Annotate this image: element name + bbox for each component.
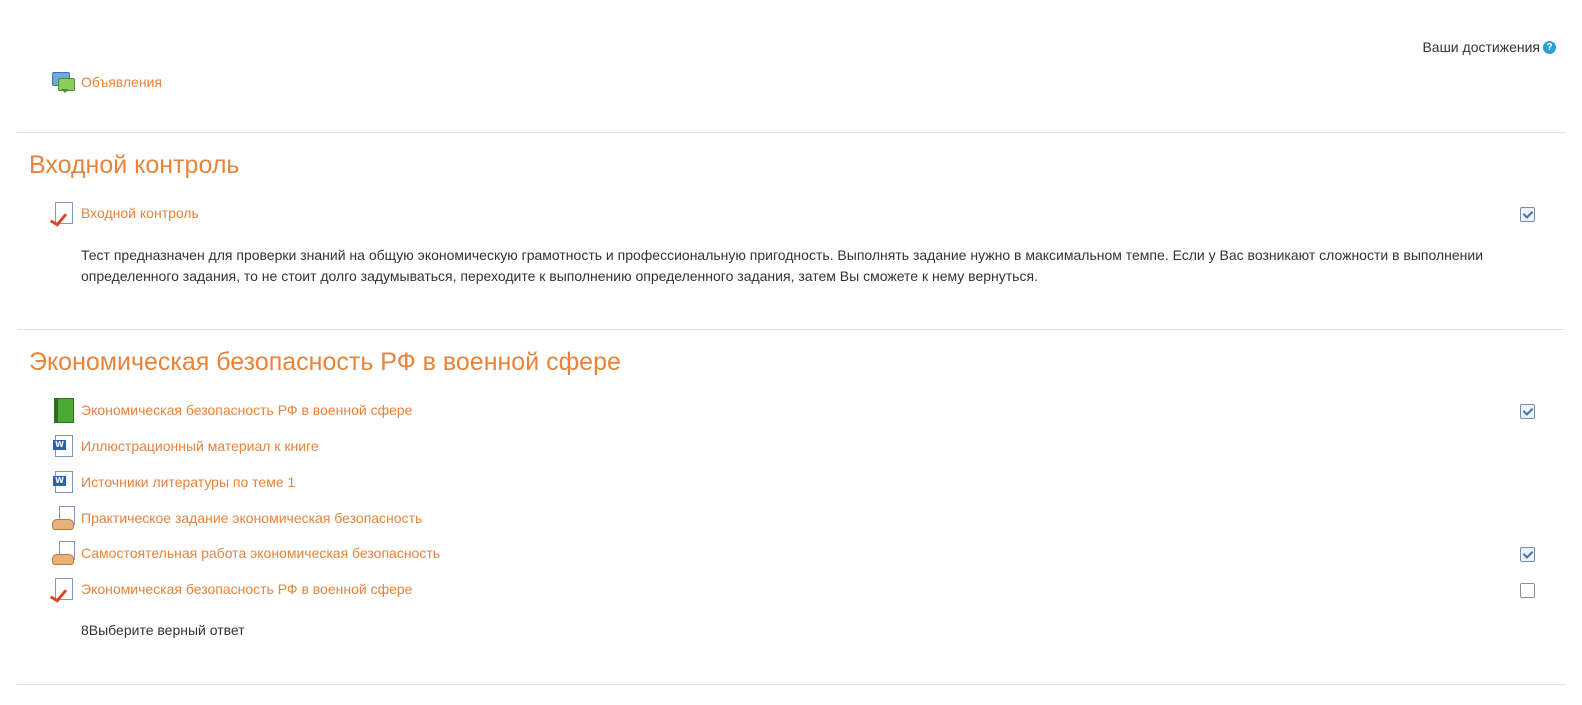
forum-icon: [52, 70, 75, 94]
section-title-economic-security: Экономическая безопасность РФ в военной …: [29, 348, 621, 376]
activity-word-document[interactable]: W Источники литературы по теме 1: [52, 470, 295, 494]
quiz-icon: [49, 201, 74, 227]
announcements-link[interactable]: Объявления: [81, 74, 162, 90]
quiz-icon: [49, 577, 74, 603]
achievements-label[interactable]: Ваши достижения: [1422, 39, 1540, 55]
section-divider: [17, 329, 1565, 330]
activity-description: Тест предназначен для проверки знаний на…: [81, 247, 1484, 284]
activity-word-document[interactable]: W Иллюстрационный материал к книге: [52, 434, 319, 458]
word-document-icon: W: [52, 434, 74, 458]
activity-link[interactable]: Экономическая безопасность РФ в военной …: [81, 402, 412, 418]
completion-checkbox-checked[interactable]: [1520, 207, 1535, 222]
announcements-activity[interactable]: Объявления: [52, 70, 162, 94]
activity-description: 8Выберите верный ответ: [81, 622, 245, 638]
word-document-icon: W: [52, 470, 74, 494]
activity-link[interactable]: Иллюстрационный материал к книге: [81, 438, 319, 454]
activity-quiz[interactable]: Экономическая безопасность РФ в военной …: [49, 577, 412, 603]
completion-checkbox-checked[interactable]: [1520, 404, 1535, 419]
activity-link[interactable]: Источники литературы по теме 1: [81, 474, 295, 490]
activity-assignment[interactable]: Практическое задание экономическая безоп…: [52, 506, 422, 530]
help-icon[interactable]: ?: [1543, 40, 1556, 54]
activity-link[interactable]: Самостоятельная работа экономическая без…: [81, 545, 440, 561]
activity-entry-control-quiz[interactable]: Входной контроль: [49, 201, 199, 227]
completion-checkbox-checked[interactable]: [1520, 547, 1535, 562]
activity-link[interactable]: Входной контроль: [81, 205, 199, 221]
achievements-link[interactable]: Ваши достижения ?: [1422, 39, 1556, 55]
book-icon: [52, 398, 74, 423]
activity-book[interactable]: Экономическая безопасность РФ в военной …: [52, 398, 412, 423]
section-divider: [17, 132, 1565, 133]
completion-checkbox-unchecked[interactable]: [1520, 583, 1535, 598]
activity-link[interactable]: Экономическая безопасность РФ в военной …: [81, 581, 412, 597]
assignment-icon: [52, 506, 75, 530]
section-title-entry-control: Входной контроль: [29, 151, 240, 179]
activity-link[interactable]: Практическое задание экономическая безоп…: [81, 510, 422, 526]
assignment-icon: [52, 541, 75, 565]
section-divider: [17, 684, 1565, 685]
activity-assignment[interactable]: Самостоятельная работа экономическая без…: [52, 541, 440, 565]
